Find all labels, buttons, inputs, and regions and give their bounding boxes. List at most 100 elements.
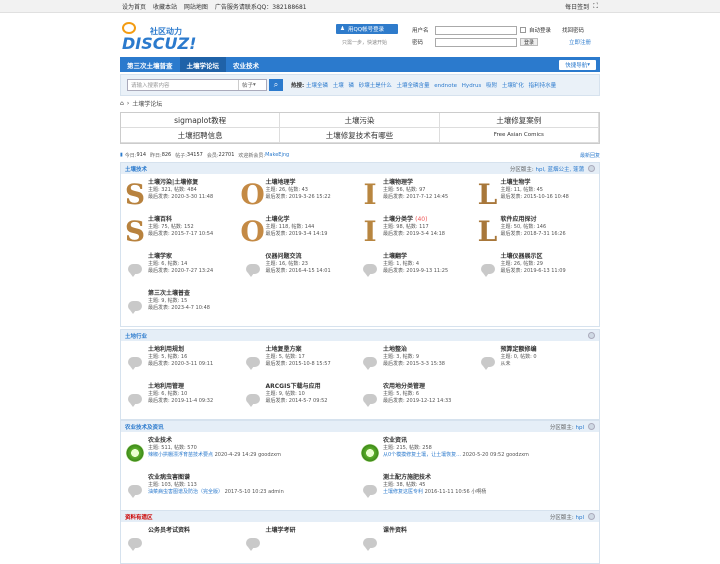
forum-name[interactable]: 土壤学考研	[266, 527, 296, 535]
nav-item-survey[interactable]: 第三次土壤普查	[120, 57, 180, 72]
forum-cell[interactable]: 土壤翻学 主题: 1, 帖数: 4 最后发表: 2019-9-13 11:25	[360, 250, 478, 287]
section-title[interactable]: 土地行业	[125, 332, 147, 340]
forum-name[interactable]: 土壤百科	[148, 216, 213, 224]
forum-name[interactable]: 第三次土壤普查	[148, 290, 210, 298]
forum-name[interactable]: 软件应用探讨	[501, 216, 566, 224]
forum-name[interactable]: 土地利用管理	[148, 383, 213, 391]
forum-cell[interactable]: 农业技术 主题: 511, 帖数: 570 辣椒小拱棚漂浮育苗技术要点 2020-4…	[125, 434, 360, 471]
forum-name[interactable]: 农业资讯	[383, 437, 529, 445]
forum-cell[interactable]: 农业资讯 主题: 215, 帖数: 258 从0个模摸修复土壤，让土壤恢复... 2…	[360, 434, 595, 471]
search-input[interactable]: 请输入搜索内容 帖子 ▾	[127, 79, 267, 91]
forum-cell[interactable]: 土地利用规划 主题: 5, 帖数: 16 最后发表: 2020-3-11 09:11	[125, 343, 243, 380]
section-title[interactable]: 资料有遗区	[125, 513, 153, 521]
link-cell[interactable]: 土壤污染	[280, 113, 440, 128]
forum-cell[interactable]: 土地复垦方案 主题: 5, 帖数: 17 最后发表: 2015-10-8 15:57	[243, 343, 361, 380]
forum-cell[interactable]: 土地利用管理 主题: 6, 帖数: 10 最后发表: 2019-11-4 09:32	[125, 380, 243, 417]
forum-name[interactable]: 土壤分类学 (40)	[383, 216, 445, 224]
forum-name[interactable]: 土地复垦方案	[266, 346, 331, 354]
hot-item[interactable]: 砂壤土是什么	[359, 83, 392, 89]
forum-cell[interactable]: 公务员考试资料	[125, 524, 243, 561]
hot-item[interactable]: 磷	[348, 83, 354, 89]
nav-item-forum[interactable]: 土壤学论坛	[179, 57, 226, 72]
hot-item[interactable]: 土壤全磷含量	[397, 83, 430, 89]
last-post-link[interactable]: 从0个模摸修复土壤，让土壤恢复...	[383, 452, 461, 458]
top-link[interactable]: 广告服务请联系QQ：382188681	[215, 4, 307, 11]
hot-item[interactable]: 吸附	[486, 83, 497, 89]
hot-item[interactable]: 土壤全磷	[306, 83, 328, 89]
forum-name[interactable]: ARCGIS下载与应用	[266, 383, 328, 391]
nav-item-agri[interactable]: 农业技术	[226, 57, 266, 72]
hot-item[interactable]: 土壤矿化	[502, 83, 524, 89]
hot-item[interactable]: Hydrus	[462, 83, 482, 89]
mod-list[interactable]: hpl	[575, 425, 584, 431]
forum-cell[interactable]: 课件资料	[360, 524, 478, 561]
top-link[interactable]: 收藏本站	[153, 4, 177, 11]
forum-cell[interactable]: 第三次土壤普查 主题: 9, 帖数: 15 最后发表: 2023-4-7 10:48	[125, 287, 243, 324]
forum-cell[interactable]: S 土壤百科 主题: 75, 帖数: 152 最后发表: 2015-7-17 10:5…	[125, 213, 243, 250]
home-icon[interactable]: ⌂	[120, 100, 124, 107]
forum-cell[interactable]: I 土壤物理学 主题: 56, 帖数: 97 最后发表: 2017-7-12 14:4…	[360, 176, 478, 213]
forum-cell[interactable]: 土壤学家 主题: 6, 帖数: 14 最后发表: 2020-7-27 13:24	[125, 250, 243, 287]
forum-cell[interactable]: 土壤仪器展示区 主题: 26, 帖数: 29 最后发表: 2019-6-13 11:…	[478, 250, 596, 287]
collapse-icon[interactable]	[588, 165, 595, 172]
autologin-checkbox[interactable]	[520, 27, 526, 33]
forum-name[interactable]: 土壤物理学	[383, 179, 448, 187]
collapse-icon[interactable]	[588, 423, 595, 430]
section-title[interactable]: 农业技术及资讯	[125, 423, 164, 431]
new-member-link[interactable]: MakeEjng	[265, 152, 289, 158]
forum-name[interactable]: 农业技术	[148, 437, 281, 445]
password-input[interactable]	[435, 37, 517, 47]
forum-cell[interactable]: 农业病虫害图谱 主题: 103, 帖数: 113 油菜病虫害图谱及防治（完全版） 2…	[125, 471, 360, 508]
section-title[interactable]: 土壤技术	[125, 165, 147, 173]
collapse-icon[interactable]	[588, 332, 595, 339]
last-post-link[interactable]: 辣椒小拱棚漂浮育苗技术要点	[148, 452, 213, 458]
latest-replies-link[interactable]: 最新回复	[580, 152, 600, 159]
last-post-link[interactable]: 土壤修复这医专利	[383, 489, 423, 495]
login-button[interactable]: 登录	[520, 38, 539, 46]
register-link[interactable]: 立即注册	[569, 38, 591, 46]
forum-name[interactable]: 土壤学家	[148, 253, 213, 261]
hot-item[interactable]: 指利持水量	[529, 83, 557, 89]
mod-list[interactable]: hpl	[575, 515, 584, 521]
forum-cell[interactable]: O 土壤地理学 主题: 26, 帖数: 43 最后发表: 2019-3-26 15:2…	[240, 176, 361, 213]
forum-name[interactable]: 土壤仪器展示区	[501, 253, 566, 261]
last-post-link[interactable]: 油菜病虫害图谱及防治（完全版）	[148, 489, 223, 495]
forgot-link[interactable]: 找回密码	[562, 26, 584, 34]
forum-cell[interactable]: 土地整治 主题: 3, 帖数: 9 最后发表: 2015-3-3 15:38	[360, 343, 478, 380]
link-cell[interactable]: sigmaplot教程	[121, 113, 281, 128]
forum-name[interactable]: 土壤化学	[266, 216, 328, 224]
forum-cell[interactable]: L 土壤生物学 主题: 11, 帖数: 45 最后发表: 2015-10-16 10:…	[478, 176, 596, 213]
checkin-link[interactable]: 每日签到	[565, 2, 589, 11]
forum-name[interactable]: 土壤生物学	[501, 179, 569, 187]
forum-name[interactable]: 土壤污染|土壤修复	[148, 179, 213, 187]
link-cell[interactable]: 土壤修复案例	[439, 113, 599, 128]
top-link[interactable]: 设为首页	[122, 4, 146, 11]
forum-name[interactable]: 农业病虫害图谱	[148, 474, 284, 482]
username-input[interactable]	[435, 25, 517, 35]
search-type-select[interactable]: 帖子 ▾	[238, 80, 266, 90]
forum-name[interactable]: 预算定额修编	[501, 346, 537, 354]
forum-cell[interactable]: O 土壤化学 主题: 118, 帖数: 144 最后发表: 2019-3-4 14:1…	[240, 213, 361, 250]
qq-login-button[interactable]: ♟ 用QQ帐号登录	[336, 24, 398, 34]
forum-cell[interactable]: 农用地分类管理 主题: 5, 帖数: 6 最后发表: 2019-12-12 14:3…	[360, 380, 478, 417]
forum-name[interactable]: 土壤翻学	[383, 253, 448, 261]
forum-cell[interactable]: ARCGIS下载与应用 主题: 9, 帖数: 10 最后发表: 2014-5-7 0…	[243, 380, 361, 417]
mod-list[interactable]: hpl, 蓝烟公主, 蓬蒲	[536, 167, 585, 173]
search-button[interactable]: ⌕	[269, 79, 283, 91]
hot-item[interactable]: 土壤	[333, 83, 344, 89]
forum-name[interactable]: 土地利用规划	[148, 346, 213, 354]
collapse-icon[interactable]	[588, 513, 595, 520]
forum-cell[interactable]: L 软件应用探讨 主题: 50, 帖数: 146 最后发表: 2018-7-31 16…	[478, 213, 596, 250]
quick-nav-button[interactable]: 快捷导航 ▾	[559, 59, 596, 70]
forum-cell[interactable]: S 土壤污染|土壤修复 主题: 321, 帖数: 484 最后发表: 2020-3-3…	[125, 176, 243, 213]
logo[interactable]: 社区动力 DISCUZ!	[120, 20, 196, 54]
forum-name[interactable]: 课件资料	[383, 527, 407, 535]
expand-icon[interactable]: ⛶	[593, 2, 598, 11]
forum-name[interactable]: 仪器问题交流	[266, 253, 331, 261]
top-link[interactable]: 网站地图	[184, 4, 208, 11]
forum-name[interactable]: 农用地分类管理	[383, 383, 451, 391]
link-cell[interactable]: 土壤招聘信息	[121, 128, 281, 143]
forum-cell[interactable]: 测土配方施肥技术 主题: 38, 帖数: 45 土壤修复这医专利 2016-11-1…	[360, 471, 595, 508]
breadcrumb-forum[interactable]: 土壤学论坛	[132, 99, 162, 108]
link-cell[interactable]: Free Asian Comics	[439, 128, 599, 143]
